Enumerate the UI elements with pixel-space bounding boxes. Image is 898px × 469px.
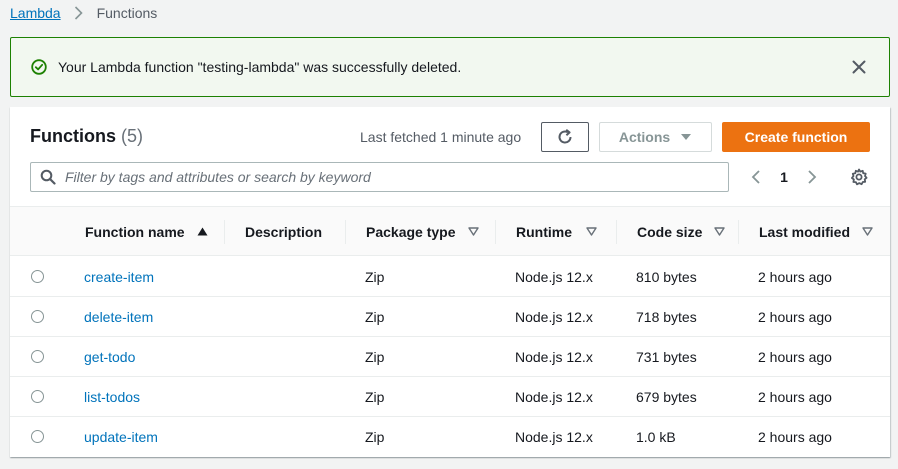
table-row: delete-item Zip Node.js 12.x 718 bytes 2… xyxy=(10,297,890,337)
code-size-cell: 810 bytes xyxy=(636,269,697,285)
caret-down-icon xyxy=(680,133,692,141)
table-row: get-todo Zip Node.js 12.x 731 bytes 2 ho… xyxy=(10,337,890,377)
search-box xyxy=(30,162,729,192)
function-name-link[interactable]: delete-item xyxy=(84,297,153,337)
table-row: list-todos Zip Node.js 12.x 679 bytes 2 … xyxy=(10,377,890,417)
sort-ascending-icon xyxy=(197,227,208,236)
row-select-radio[interactable] xyxy=(31,310,44,323)
sort-icon xyxy=(714,227,726,236)
refresh-button[interactable] xyxy=(541,122,589,152)
function-name-link[interactable]: create-item xyxy=(84,257,154,297)
gear-icon[interactable] xyxy=(850,168,868,186)
runtime-cell: Node.js 12.x xyxy=(515,389,593,405)
function-name-link[interactable]: update-item xyxy=(84,417,158,457)
column-header-code-size[interactable]: Code size xyxy=(637,207,726,256)
sort-icon xyxy=(467,227,479,236)
last-modified-cell: 2 hours ago xyxy=(758,429,832,445)
actions-label: Actions xyxy=(618,129,671,145)
search-icon xyxy=(40,169,56,185)
page-number[interactable]: 1 xyxy=(766,169,802,185)
last-modified-cell: 2 hours ago xyxy=(758,389,832,405)
code-size-cell: 731 bytes xyxy=(636,349,697,365)
search-input[interactable] xyxy=(65,164,705,190)
row-select-radio[interactable] xyxy=(31,430,44,443)
package-type-cell: Zip xyxy=(365,269,385,285)
last-modified-cell: 2 hours ago xyxy=(758,349,832,365)
runtime-cell: Node.js 12.x xyxy=(515,269,593,285)
row-select-radio[interactable] xyxy=(31,350,44,363)
chevron-right-icon[interactable] xyxy=(802,165,822,189)
refresh-icon xyxy=(556,128,574,146)
function-name-link[interactable]: list-todos xyxy=(84,377,140,417)
last-fetched-text: Last fetched 1 minute ago xyxy=(360,129,522,145)
functions-panel: Functions (5) Last fetched 1 minute ago … xyxy=(10,107,890,457)
row-select-radio[interactable] xyxy=(31,270,44,283)
column-divider xyxy=(738,220,739,244)
code-size-cell: 679 bytes xyxy=(636,389,697,405)
runtime-cell: Node.js 12.x xyxy=(515,309,593,325)
pagination: 1 xyxy=(746,165,822,189)
sort-icon xyxy=(862,227,873,236)
last-modified-cell: 2 hours ago xyxy=(758,269,832,285)
column-header-description: Description xyxy=(245,207,322,256)
column-label: Package type xyxy=(366,223,456,240)
column-header-package-type[interactable]: Package type xyxy=(366,207,479,256)
column-label: Last modified xyxy=(759,223,851,240)
chevron-left-icon[interactable] xyxy=(746,165,766,189)
panel-header: Functions (5) Last fetched 1 minute ago … xyxy=(10,107,890,207)
package-type-cell: Zip xyxy=(365,429,385,445)
package-type-cell: Zip xyxy=(365,309,385,325)
breadcrumb-lambda-link[interactable]: Lambda xyxy=(10,5,61,21)
table-header: Function name Description Package type R… xyxy=(10,207,890,256)
breadcrumb-current: Functions xyxy=(96,5,158,21)
function-name-link[interactable]: get-todo xyxy=(84,337,135,377)
code-size-cell: 718 bytes xyxy=(636,309,697,325)
column-divider xyxy=(345,220,346,244)
column-divider xyxy=(495,220,496,244)
column-header-last-modified[interactable]: Last modified xyxy=(759,207,873,256)
row-select-radio[interactable] xyxy=(31,390,44,403)
column-divider xyxy=(224,220,225,244)
table-row: update-item Zip Node.js 12.x 1.0 kB 2 ho… xyxy=(10,417,890,457)
column-label: Description xyxy=(245,223,323,240)
package-type-cell: Zip xyxy=(365,389,385,405)
column-header-function-name[interactable]: Function name xyxy=(85,207,208,256)
column-label: Code size xyxy=(637,223,703,240)
column-label: Runtime xyxy=(516,223,572,240)
create-function-button[interactable]: Create function xyxy=(722,122,870,152)
runtime-cell: Node.js 12.x xyxy=(515,349,593,365)
close-icon[interactable] xyxy=(851,59,867,75)
panel-title-text: Functions xyxy=(30,126,116,146)
package-type-cell: Zip xyxy=(365,349,385,365)
runtime-cell: Node.js 12.x xyxy=(515,429,593,445)
column-label: Function name xyxy=(85,223,185,240)
last-modified-cell: 2 hours ago xyxy=(758,309,832,325)
chevron-right-icon xyxy=(74,6,83,20)
column-header-runtime[interactable]: Runtime xyxy=(516,207,597,256)
code-size-cell: 1.0 kB xyxy=(636,429,676,445)
table-row: create-item Zip Node.js 12.x 810 bytes 2… xyxy=(10,257,890,297)
flash-message: Your Lambda function "testing-lambda" wa… xyxy=(58,59,462,75)
column-divider xyxy=(616,220,617,244)
function-count: (5) xyxy=(121,126,144,146)
success-flashbar: Your Lambda function "testing-lambda" wa… xyxy=(10,37,890,97)
actions-dropdown-button[interactable]: Actions xyxy=(599,122,712,152)
panel-title: Functions (5) xyxy=(30,126,143,147)
sort-icon xyxy=(586,227,597,236)
breadcrumb: Lambda Functions xyxy=(10,4,157,22)
check-circle-icon xyxy=(31,59,47,75)
